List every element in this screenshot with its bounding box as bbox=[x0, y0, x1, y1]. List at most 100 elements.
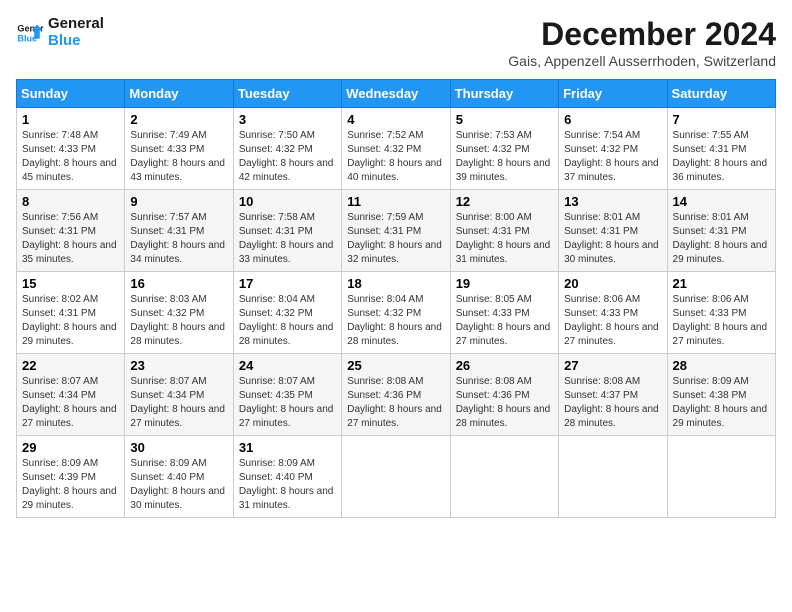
calendar-cell: 6 Sunrise: 7:54 AM Sunset: 4:32 PM Daylig… bbox=[559, 108, 667, 190]
calendar-table: SundayMondayTuesdayWednesdayThursdayFrid… bbox=[16, 79, 776, 518]
calendar-cell: 11 Sunrise: 7:59 AM Sunset: 4:31 PM Dayli… bbox=[342, 190, 450, 272]
day-number: 23 bbox=[130, 358, 227, 373]
month-title: December 2024 bbox=[508, 16, 776, 53]
weekday-header-cell: Friday bbox=[559, 80, 667, 108]
calendar-body: 1 Sunrise: 7:48 AM Sunset: 4:33 PM Daylig… bbox=[17, 108, 776, 518]
day-info: Sunrise: 8:07 AM Sunset: 4:34 PM Dayligh… bbox=[130, 375, 227, 431]
day-info: Sunrise: 7:59 AM Sunset: 4:31 PM Dayligh… bbox=[347, 211, 444, 267]
calendar-cell: 15Sunrise: 8:02 AM Sunset: 4:31 PM Dayli… bbox=[17, 272, 125, 354]
day-number: 16 bbox=[130, 276, 227, 291]
day-info: Sunrise: 8:05 AM Sunset: 4:33 PM Dayligh… bbox=[456, 293, 553, 349]
day-info: Sunrise: 8:07 AM Sunset: 4:34 PM Dayligh… bbox=[22, 375, 119, 431]
day-info: Sunrise: 7:50 AM Sunset: 4:32 PM Dayligh… bbox=[239, 129, 336, 185]
day-info: Sunrise: 8:07 AM Sunset: 4:35 PM Dayligh… bbox=[239, 375, 336, 431]
day-number: 27 bbox=[564, 358, 661, 373]
day-info: Sunrise: 8:01 AM Sunset: 4:31 PM Dayligh… bbox=[673, 211, 770, 267]
svg-text:Blue: Blue bbox=[17, 33, 37, 43]
day-number: 1 bbox=[22, 112, 119, 127]
day-info: Sunrise: 7:57 AM Sunset: 4:31 PM Dayligh… bbox=[130, 211, 227, 267]
calendar-cell: 4Sunrise: 7:52 AM Sunset: 4:32 PM Daylig… bbox=[342, 108, 450, 190]
day-info: Sunrise: 8:04 AM Sunset: 4:32 PM Dayligh… bbox=[347, 293, 444, 349]
calendar-cell: 3 Sunrise: 7:50 AM Sunset: 4:32 PM Daylig… bbox=[233, 108, 341, 190]
day-info: Sunrise: 8:09 AM Sunset: 4:39 PM Dayligh… bbox=[22, 457, 119, 513]
subtitle: Gais, Appenzell Ausserrhoden, Switzerlan… bbox=[508, 53, 776, 69]
day-number: 21 bbox=[673, 276, 770, 291]
day-number: 19 bbox=[456, 276, 553, 291]
calendar-cell: 26 Sunrise: 8:08 AM Sunset: 4:36 PM Dayli… bbox=[450, 354, 558, 436]
calendar-cell: 16 Sunrise: 8:03 AM Sunset: 4:32 PM Dayli… bbox=[125, 272, 233, 354]
day-info: Sunrise: 7:56 AM Sunset: 4:31 PM Dayligh… bbox=[22, 211, 119, 267]
day-info: Sunrise: 8:06 AM Sunset: 4:33 PM Dayligh… bbox=[564, 293, 661, 349]
day-info: Sunrise: 8:08 AM Sunset: 4:37 PM Dayligh… bbox=[564, 375, 661, 431]
calendar-week-row: 1 Sunrise: 7:48 AM Sunset: 4:33 PM Daylig… bbox=[17, 108, 776, 190]
day-number: 20 bbox=[564, 276, 661, 291]
calendar-cell bbox=[667, 436, 775, 518]
calendar-cell bbox=[450, 436, 558, 518]
calendar-cell: 23 Sunrise: 8:07 AM Sunset: 4:34 PM Dayli… bbox=[125, 354, 233, 436]
calendar-cell: 18Sunrise: 8:04 AM Sunset: 4:32 PM Dayli… bbox=[342, 272, 450, 354]
calendar-cell bbox=[342, 436, 450, 518]
calendar-cell: 22 Sunrise: 8:07 AM Sunset: 4:34 PM Dayli… bbox=[17, 354, 125, 436]
calendar-cell: 24 Sunrise: 8:07 AM Sunset: 4:35 PM Dayli… bbox=[233, 354, 341, 436]
day-info: Sunrise: 8:08 AM Sunset: 4:36 PM Dayligh… bbox=[347, 375, 444, 431]
day-info: Sunrise: 7:55 AM Sunset: 4:31 PM Dayligh… bbox=[673, 129, 770, 185]
day-number: 31 bbox=[239, 440, 336, 455]
header: General Blue General Blue December 2024 … bbox=[16, 16, 776, 69]
weekday-header-cell: Sunday bbox=[17, 80, 125, 108]
day-info: Sunrise: 8:06 AM Sunset: 4:33 PM Dayligh… bbox=[673, 293, 770, 349]
day-number: 6 bbox=[564, 112, 661, 127]
calendar-cell: 13Sunrise: 8:01 AM Sunset: 4:31 PM Dayli… bbox=[559, 190, 667, 272]
day-number: 7 bbox=[673, 112, 770, 127]
day-info: Sunrise: 8:09 AM Sunset: 4:38 PM Dayligh… bbox=[673, 375, 770, 431]
day-info: Sunrise: 8:04 AM Sunset: 4:32 PM Dayligh… bbox=[239, 293, 336, 349]
day-info: Sunrise: 8:09 AM Sunset: 4:40 PM Dayligh… bbox=[130, 457, 227, 513]
weekday-header-cell: Wednesday bbox=[342, 80, 450, 108]
day-number: 26 bbox=[456, 358, 553, 373]
day-number: 14 bbox=[673, 194, 770, 209]
calendar-cell: 7 Sunrise: 7:55 AM Sunset: 4:31 PM Daylig… bbox=[667, 108, 775, 190]
calendar-cell: 8 Sunrise: 7:56 AM Sunset: 4:31 PM Daylig… bbox=[17, 190, 125, 272]
day-number: 5 bbox=[456, 112, 553, 127]
day-number: 8 bbox=[22, 194, 119, 209]
day-number: 12 bbox=[456, 194, 553, 209]
weekday-header-cell: Thursday bbox=[450, 80, 558, 108]
calendar-cell: 10Sunrise: 7:58 AM Sunset: 4:31 PM Dayli… bbox=[233, 190, 341, 272]
calendar-week-row: 29 Sunrise: 8:09 AM Sunset: 4:39 PM Dayli… bbox=[17, 436, 776, 518]
calendar-cell: 21 Sunrise: 8:06 AM Sunset: 4:33 PM Dayli… bbox=[667, 272, 775, 354]
calendar-cell: 12 Sunrise: 8:00 AM Sunset: 4:31 PM Dayli… bbox=[450, 190, 558, 272]
calendar-cell bbox=[559, 436, 667, 518]
day-info: Sunrise: 7:53 AM Sunset: 4:32 PM Dayligh… bbox=[456, 129, 553, 185]
calendar-cell: 28 Sunrise: 8:09 AM Sunset: 4:38 PM Dayli… bbox=[667, 354, 775, 436]
calendar-cell: 5 Sunrise: 7:53 AM Sunset: 4:32 PM Daylig… bbox=[450, 108, 558, 190]
day-number: 29 bbox=[22, 440, 119, 455]
day-number: 17 bbox=[239, 276, 336, 291]
day-info: Sunrise: 7:54 AM Sunset: 4:32 PM Dayligh… bbox=[564, 129, 661, 185]
day-number: 2 bbox=[130, 112, 227, 127]
day-info: Sunrise: 7:48 AM Sunset: 4:33 PM Dayligh… bbox=[22, 129, 119, 185]
title-block: December 2024 Gais, Appenzell Ausserrhod… bbox=[508, 16, 776, 69]
day-number: 28 bbox=[673, 358, 770, 373]
day-info: Sunrise: 8:08 AM Sunset: 4:36 PM Dayligh… bbox=[456, 375, 553, 431]
weekday-header-row: SundayMondayTuesdayWednesdayThursdayFrid… bbox=[17, 80, 776, 108]
calendar-week-row: 15Sunrise: 8:02 AM Sunset: 4:31 PM Dayli… bbox=[17, 272, 776, 354]
calendar-cell: 30 Sunrise: 8:09 AM Sunset: 4:40 PM Dayli… bbox=[125, 436, 233, 518]
calendar-cell: 29 Sunrise: 8:09 AM Sunset: 4:39 PM Dayli… bbox=[17, 436, 125, 518]
day-number: 24 bbox=[239, 358, 336, 373]
weekday-header-cell: Saturday bbox=[667, 80, 775, 108]
calendar-cell: 19 Sunrise: 8:05 AM Sunset: 4:33 PM Dayli… bbox=[450, 272, 558, 354]
day-info: Sunrise: 7:49 AM Sunset: 4:33 PM Dayligh… bbox=[130, 129, 227, 185]
calendar-cell: 25 Sunrise: 8:08 AM Sunset: 4:36 PM Dayli… bbox=[342, 354, 450, 436]
day-number: 22 bbox=[22, 358, 119, 373]
day-number: 25 bbox=[347, 358, 444, 373]
day-info: Sunrise: 8:00 AM Sunset: 4:31 PM Dayligh… bbox=[456, 211, 553, 267]
day-info: Sunrise: 7:58 AM Sunset: 4:31 PM Dayligh… bbox=[239, 211, 336, 267]
calendar-cell: 27 Sunrise: 8:08 AM Sunset: 4:37 PM Dayli… bbox=[559, 354, 667, 436]
calendar-week-row: 8 Sunrise: 7:56 AM Sunset: 4:31 PM Daylig… bbox=[17, 190, 776, 272]
day-number: 11 bbox=[347, 194, 444, 209]
day-number: 4 bbox=[347, 112, 444, 127]
day-number: 30 bbox=[130, 440, 227, 455]
logo-blue: Blue bbox=[48, 33, 104, 50]
day-number: 3 bbox=[239, 112, 336, 127]
day-info: Sunrise: 8:03 AM Sunset: 4:32 PM Dayligh… bbox=[130, 293, 227, 349]
calendar-cell: 9Sunrise: 7:57 AM Sunset: 4:31 PM Daylig… bbox=[125, 190, 233, 272]
